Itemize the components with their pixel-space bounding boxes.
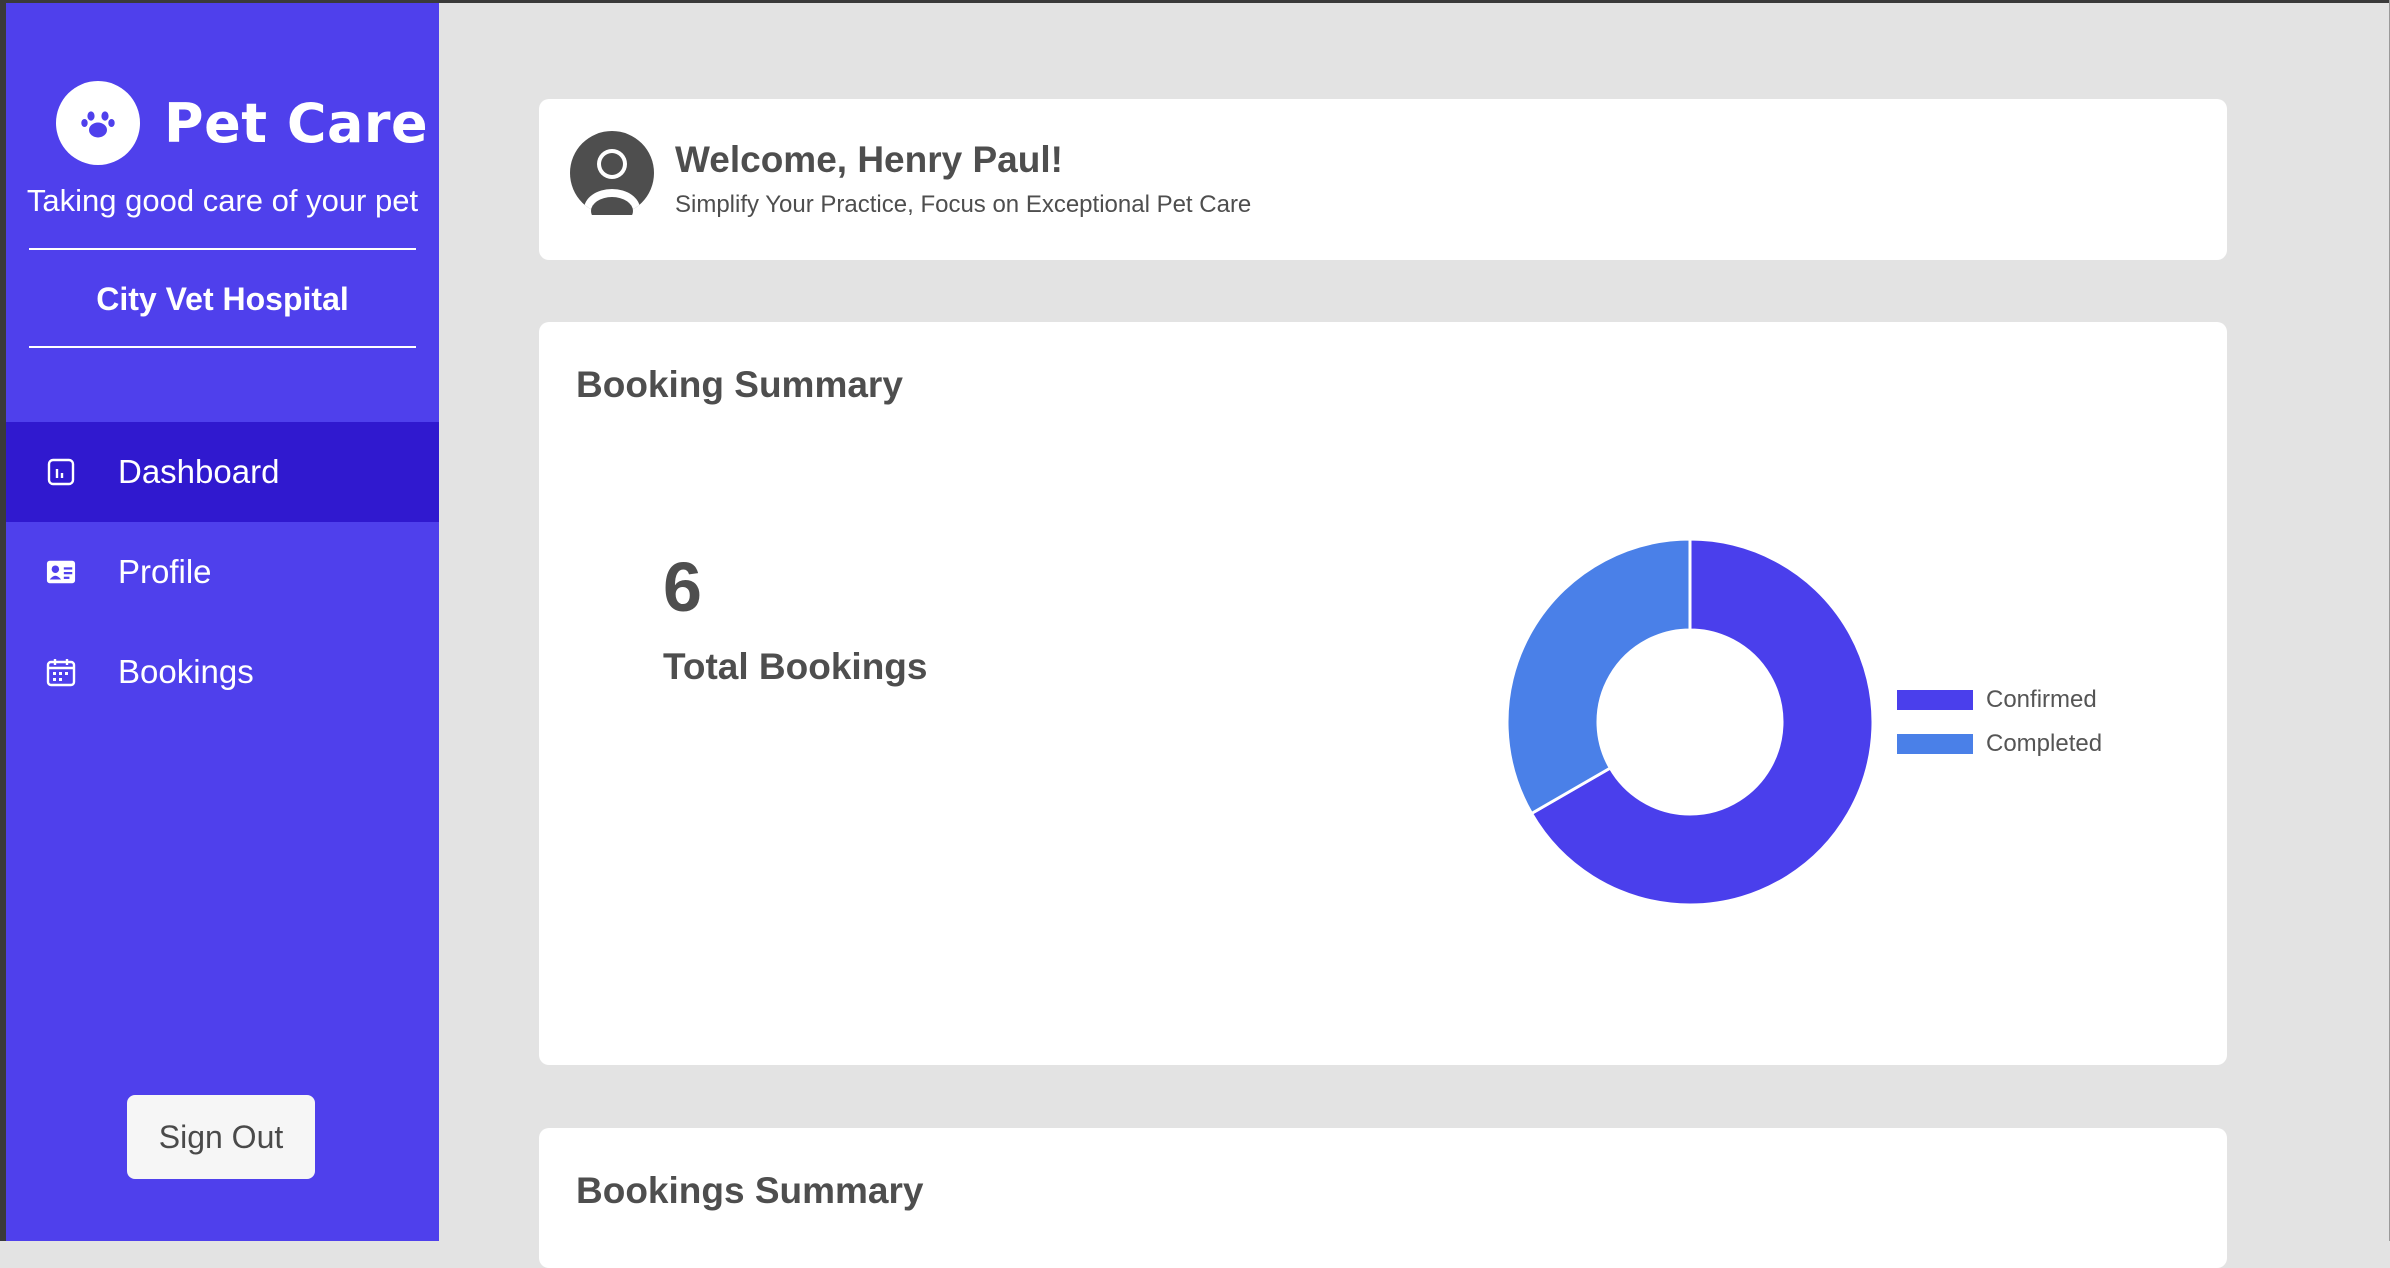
brand-tagline: Taking good care of your pet <box>26 183 419 218</box>
legend-swatch-completed[interactable] <box>1897 734 1973 754</box>
welcome-subtitle: Simplify Your Practice, Focus on Excepti… <box>675 191 1252 218</box>
sidebar-item-label: Bookings <box>118 653 254 690</box>
id-card-icon <box>46 557 76 587</box>
sidebar-item-bookings[interactable]: Bookings <box>6 622 439 722</box>
user-avatar-icon <box>570 131 654 225</box>
sidebar-item-label: Profile <box>118 553 212 590</box>
booking-summary-card: Booking Summary 6 Total Bookings Confirm… <box>539 322 2227 1065</box>
total-bookings-count: 6 <box>663 548 702 626</box>
sidebar-divider <box>29 248 416 250</box>
legend-label-completed[interactable]: Completed <box>1986 730 2102 757</box>
legend-label-confirmed[interactable]: Confirmed <box>1986 686 2097 713</box>
sidebar-nav: Dashboard Profile Bookings <box>6 422 439 722</box>
dashboard-chart-icon <box>46 457 76 487</box>
sign-out-button[interactable]: Sign Out <box>127 1095 315 1179</box>
hospital-name: City Vet Hospital <box>96 281 349 317</box>
brand: Pet Care <box>56 81 428 165</box>
booking-donut-chart: Confirmed Completed <box>1505 537 2102 907</box>
bookings-summary-card: Bookings Summary <box>539 1128 2227 1268</box>
card-title: Bookings Summary <box>576 1170 924 1211</box>
total-bookings-label: Total Bookings <box>663 646 928 687</box>
card-title: Booking Summary <box>576 364 903 405</box>
sidebar-item-label: Dashboard <box>118 453 280 490</box>
sidebar-divider <box>29 346 416 348</box>
paw-icon <box>56 81 140 165</box>
brand-name: Pet Care <box>164 91 429 155</box>
welcome-title: Welcome, Henry Paul! <box>675 139 1063 180</box>
calendar-icon <box>46 657 76 687</box>
sidebar-item-profile[interactable]: Profile <box>6 522 439 622</box>
legend-swatch-confirmed[interactable] <box>1897 690 1973 710</box>
sidebar-item-dashboard[interactable]: Dashboard <box>6 422 439 522</box>
sidebar: Pet Care Taking good care of your pet Ci… <box>6 3 439 1241</box>
donut-slice-completed[interactable] <box>1505 537 1692 816</box>
welcome-card: Welcome, Henry Paul! Simplify Your Pract… <box>539 99 2227 260</box>
